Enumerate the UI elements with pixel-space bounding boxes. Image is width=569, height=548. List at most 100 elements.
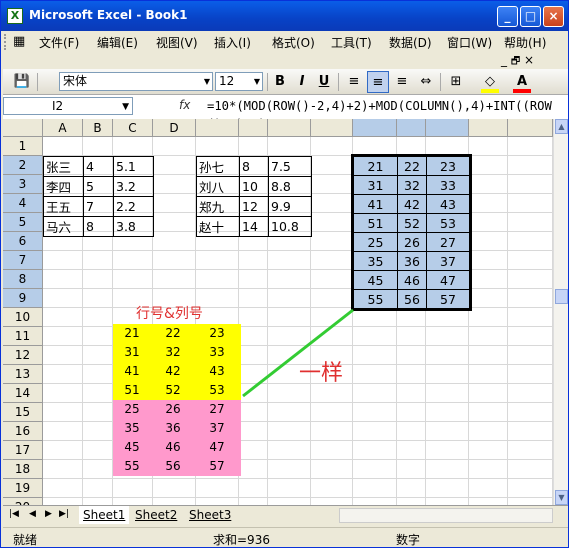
workbook-icon[interactable]: ▦ [13,34,25,49]
table-cell[interactable]: 32 [397,175,427,195]
block-cell[interactable]: 31 [120,343,144,362]
row-header-13[interactable]: 13 [3,365,43,384]
row-header-14[interactable]: 14 [3,384,43,403]
block-cell[interactable]: 43 [205,362,229,381]
block-cell[interactable]: 41 [120,362,144,381]
block-cell[interactable]: 23 [205,324,229,343]
doc-close-button[interactable]: × [524,53,534,67]
italic-button[interactable]: I [291,71,313,93]
row-header-7[interactable]: 7 [3,251,43,270]
row-header-2[interactable]: 2 [3,156,43,175]
block-cell[interactable]: 55 [120,457,144,476]
menu-format[interactable]: 格式(O) [272,34,315,51]
table-cell[interactable]: 8 [239,156,269,177]
block-cell[interactable]: 36 [161,419,185,438]
row-header-4[interactable]: 4 [3,194,43,213]
table-cell[interactable]: 55 [353,289,398,309]
menu-window[interactable]: 窗口(W) [447,34,492,51]
table-cell[interactable]: 56 [397,289,427,309]
first-sheet-icon[interactable]: |◀ [9,509,19,519]
table-cell[interactable]: 8.8 [268,176,312,197]
table-cell[interactable]: 12 [239,196,269,217]
table-cell[interactable]: 26 [397,232,427,252]
table-cell[interactable]: 孙七 [196,156,240,177]
minimize-button[interactable]: _ [497,6,518,27]
underline-button[interactable]: U [313,71,335,93]
block-cell[interactable]: 47 [205,438,229,457]
col-header-D[interactable]: D [153,119,196,137]
excel-icon[interactable]: X [7,8,23,24]
table-cell[interactable]: 42 [397,194,427,214]
tab-sheet2[interactable]: Sheet2 [131,506,181,524]
table-cell[interactable]: 31 [353,175,398,195]
table-cell[interactable]: 10 [239,176,269,197]
table-cell[interactable]: 3.8 [113,216,154,237]
font-name-select[interactable]: 宋体 ▼ [59,72,213,91]
block-cell[interactable]: 32 [161,343,185,362]
font-size-select[interactable]: 12 ▼ [215,72,263,91]
block-cell[interactable]: 51 [120,381,144,400]
table-cell[interactable]: 郑九 [196,196,240,217]
table-cell[interactable]: 14 [239,216,269,237]
table-cell[interactable]: 46 [397,270,427,290]
table-cell[interactable]: 8 [83,216,114,237]
row-header-19[interactable]: 19 [3,479,43,498]
table-cell[interactable]: 张三 [43,156,84,177]
fx-icon[interactable]: fx [179,98,190,112]
menu-data[interactable]: 数据(D) [389,34,432,51]
block-cell[interactable]: 22 [161,324,185,343]
align-center-icon[interactable]: ≡ [367,71,389,93]
table-cell[interactable]: 10.8 [268,216,312,237]
block-cell[interactable]: 46 [161,438,185,457]
col-header[interactable] [239,119,268,137]
table-cell[interactable]: 9.9 [268,196,312,217]
row-header-18[interactable]: 18 [3,460,43,479]
scroll-thumb[interactable] [555,289,568,304]
tab-sheet3[interactable]: Sheet3 [185,506,235,524]
block-cell[interactable]: 42 [161,362,185,381]
row-header-5[interactable]: 5 [3,213,43,232]
table-cell[interactable]: 王五 [43,196,84,217]
close-button[interactable]: × [543,6,564,27]
col-header-A[interactable]: A [43,119,83,137]
col-header[interactable] [508,119,553,137]
col-header[interactable] [469,119,508,137]
table-cell[interactable]: 53 [426,213,470,233]
col-header-C[interactable]: C [113,119,153,137]
block-cell[interactable]: 21 [120,324,144,343]
block-cell[interactable]: 25 [120,400,144,419]
block-cell[interactable]: 56 [161,457,185,476]
block-cell[interactable]: 53 [205,381,229,400]
table-cell[interactable]: 7 [83,196,114,217]
table-cell[interactable]: 52 [397,213,427,233]
row-header-10[interactable]: 10 [3,308,43,327]
block-cell[interactable]: 45 [120,438,144,457]
align-left-icon[interactable]: ≡ [343,71,365,93]
table-cell[interactable]: 25 [353,232,398,252]
col-header[interactable] [311,119,353,137]
table-cell[interactable]: 51 [353,213,398,233]
block-cell[interactable]: 33 [205,343,229,362]
table-cell[interactable]: 35 [353,251,398,271]
align-right-icon[interactable]: ≡ [391,71,413,93]
col-header[interactable] [353,119,397,137]
row-header-16[interactable]: 16 [3,422,43,441]
block-cell[interactable]: 52 [161,381,185,400]
name-box[interactable]: I2 ▼ [3,97,133,115]
table-cell[interactable]: 23 [426,156,470,176]
save-icon[interactable]: 💾 [11,71,33,93]
tab-sheet1[interactable]: Sheet1 [79,506,130,524]
table-cell[interactable]: 刘八 [196,176,240,197]
table-cell[interactable]: 5 [83,176,114,197]
table-cell[interactable]: 马六 [43,216,84,237]
table-cell[interactable]: 李四 [43,176,84,197]
menu-view[interactable]: 视图(V) [156,34,198,51]
maximize-button[interactable]: □ [520,6,541,27]
table-cell[interactable]: 37 [426,251,470,271]
table-cell[interactable]: 41 [353,194,398,214]
horizontal-scrollbar[interactable] [339,508,553,523]
row-header-6[interactable]: 6 [3,232,43,251]
borders-icon[interactable]: ⊞ [445,71,467,93]
col-header[interactable] [426,119,469,137]
table-cell[interactable]: 4 [83,156,114,177]
